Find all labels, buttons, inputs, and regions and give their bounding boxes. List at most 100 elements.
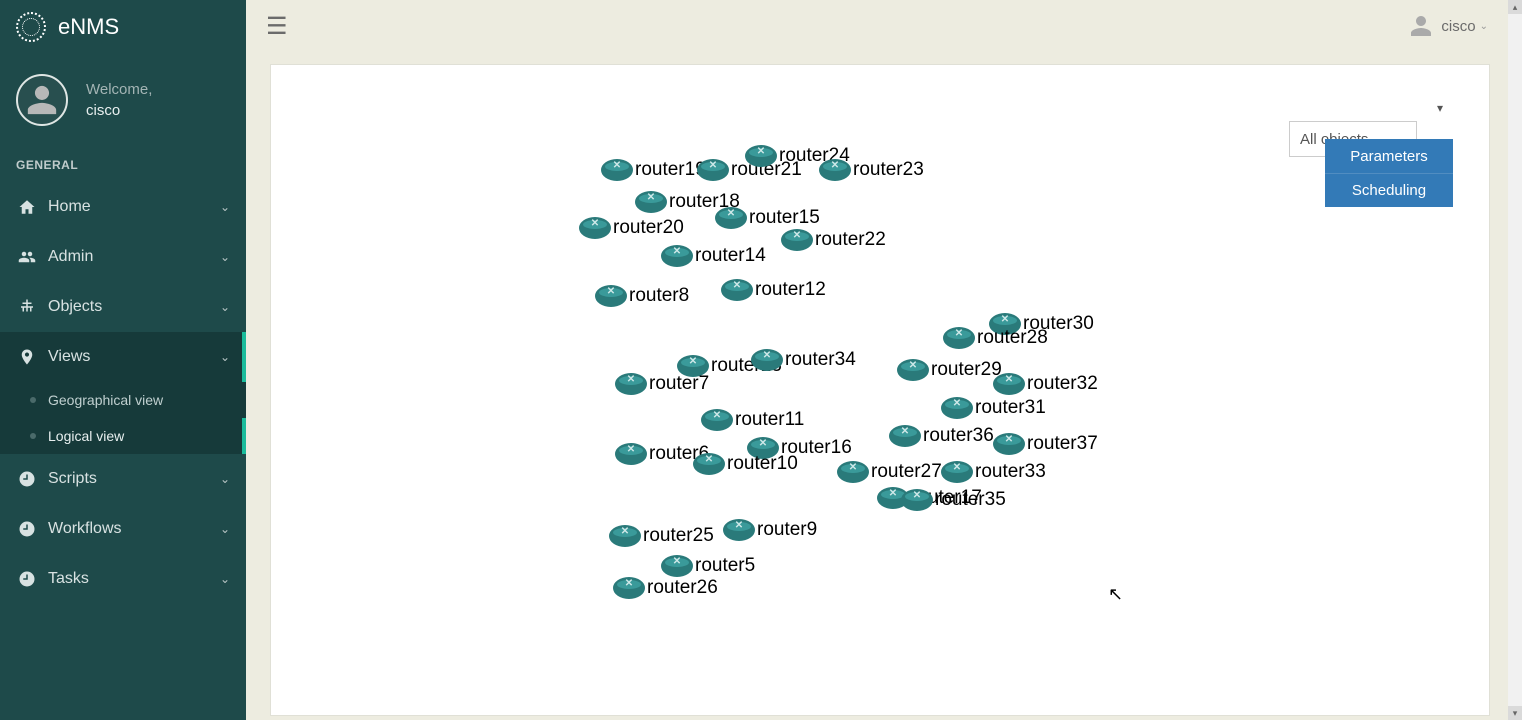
node-label: router35 <box>935 489 1006 511</box>
network-node[interactable]: router8 <box>595 285 689 307</box>
network-node[interactable]: router5 <box>661 555 755 577</box>
network-node[interactable]: router32 <box>993 373 1098 395</box>
parameters-button[interactable]: Parameters <box>1325 139 1453 173</box>
bullet-icon <box>30 397 36 403</box>
node-label: router8 <box>629 285 689 307</box>
brand-icon <box>16 12 46 42</box>
router-icon <box>941 461 973 483</box>
network-node[interactable]: router10 <box>693 453 798 475</box>
network-node[interactable]: router9 <box>723 519 817 541</box>
router-icon <box>697 159 729 181</box>
node-label: router33 <box>975 461 1046 483</box>
welcome-username: cisco <box>86 102 152 119</box>
node-label: router7 <box>649 373 709 395</box>
router-icon <box>837 461 869 483</box>
router-icon <box>661 555 693 577</box>
user-menu[interactable]: cisco ⌄ <box>1409 14 1488 38</box>
network-node[interactable]: router22 <box>781 229 886 251</box>
subnav-geographical[interactable]: Geographical view <box>0 382 246 418</box>
nav-admin-label: Admin <box>48 248 93 266</box>
router-icon <box>819 159 851 181</box>
nav-admin[interactable]: Admin ⌄ <box>0 232 246 282</box>
nav-workflows-label: Workflows <box>48 520 122 538</box>
router-icon <box>613 577 645 599</box>
nav-tasks[interactable]: Tasks ⌄ <box>0 554 246 604</box>
node-label: router27 <box>871 461 942 483</box>
router-icon <box>745 145 777 167</box>
network-node[interactable]: router11 <box>701 409 804 431</box>
nav-scripts[interactable]: Scripts ⌄ <box>0 454 246 504</box>
node-label: router29 <box>931 359 1002 381</box>
nav-home[interactable]: Home ⌄ <box>0 182 246 232</box>
router-icon <box>579 217 611 239</box>
scroll-down-icon[interactable]: ▾ <box>1508 706 1522 720</box>
router-icon <box>901 489 933 511</box>
nav-objects-label: Objects <box>48 298 102 316</box>
network-node[interactable]: router7 <box>615 373 709 395</box>
network-node[interactable]: router25 <box>609 525 714 547</box>
brand: eNMS <box>0 0 246 54</box>
node-label: router19 <box>635 159 706 181</box>
router-icon <box>635 191 667 213</box>
nav-objects[interactable]: Objects ⌄ <box>0 282 246 332</box>
network-node[interactable]: router28 <box>943 327 1048 349</box>
action-buttons: Parameters Scheduling <box>1325 139 1453 207</box>
nav-scripts-label: Scripts <box>48 470 97 488</box>
network-node[interactable]: router36 <box>889 425 994 447</box>
network-node[interactable]: router33 <box>941 461 1046 483</box>
node-label: router12 <box>755 279 826 301</box>
router-icon <box>609 525 641 547</box>
network-node[interactable]: router14 <box>661 245 766 267</box>
subnav-geographical-label: Geographical view <box>48 392 163 408</box>
menu-toggle-icon[interactable]: ☰ <box>266 12 288 41</box>
welcome-greeting: Welcome, <box>86 81 152 98</box>
welcome-block: Welcome, cisco <box>0 54 246 150</box>
network-node[interactable]: router23 <box>819 159 924 181</box>
router-icon <box>715 207 747 229</box>
node-label: router10 <box>727 453 798 475</box>
network-edges <box>271 65 571 215</box>
router-icon <box>993 433 1025 455</box>
network-node[interactable]: router27 <box>837 461 942 483</box>
scroll-up-icon[interactable]: ▴ <box>1508 0 1522 14</box>
subnav-logical-label: Logical view <box>48 428 124 444</box>
network-node[interactable]: router19 <box>601 159 706 181</box>
network-node[interactable]: router34 <box>751 349 856 371</box>
router-icon <box>615 443 647 465</box>
router-icon <box>701 409 733 431</box>
network-node[interactable]: router12 <box>721 279 826 301</box>
node-label: router20 <box>613 217 684 239</box>
section-general: GENERAL <box>0 150 246 182</box>
user-icon <box>1409 14 1433 38</box>
node-label: router9 <box>757 519 817 541</box>
network-node[interactable]: router20 <box>579 217 684 239</box>
nav-workflows[interactable]: Workflows ⌄ <box>0 504 246 554</box>
scheduling-button[interactable]: Scheduling <box>1325 173 1453 207</box>
node-label: router14 <box>695 245 766 267</box>
router-icon <box>721 279 753 301</box>
node-label: router32 <box>1027 373 1098 395</box>
clock-icon <box>16 570 38 588</box>
chevron-down-icon: ⌄ <box>220 300 230 314</box>
network-node[interactable]: router31 <box>941 397 1046 419</box>
nav-views[interactable]: Views ⌄ <box>0 332 246 382</box>
network-node[interactable]: router35 <box>901 489 1006 511</box>
nav-views-label: Views <box>48 348 90 366</box>
sitemap-icon <box>16 298 38 316</box>
router-icon <box>661 245 693 267</box>
router-icon <box>723 519 755 541</box>
router-icon <box>889 425 921 447</box>
topbar: ☰ cisco ⌄ <box>246 0 1508 52</box>
network-node[interactable]: router29 <box>897 359 1002 381</box>
network-node[interactable]: router26 <box>613 577 718 599</box>
network-node[interactable]: router37 <box>993 433 1098 455</box>
browser-scrollbar[interactable]: ▴ ▾ <box>1508 0 1522 720</box>
node-label: router15 <box>749 207 820 229</box>
chevron-down-icon: ⌄ <box>220 572 230 586</box>
node-label: router22 <box>815 229 886 251</box>
subnav-logical[interactable]: Logical view <box>0 418 246 454</box>
node-label: router5 <box>695 555 755 577</box>
network-node[interactable]: router15 <box>715 207 820 229</box>
router-icon <box>993 373 1025 395</box>
router-icon <box>943 327 975 349</box>
